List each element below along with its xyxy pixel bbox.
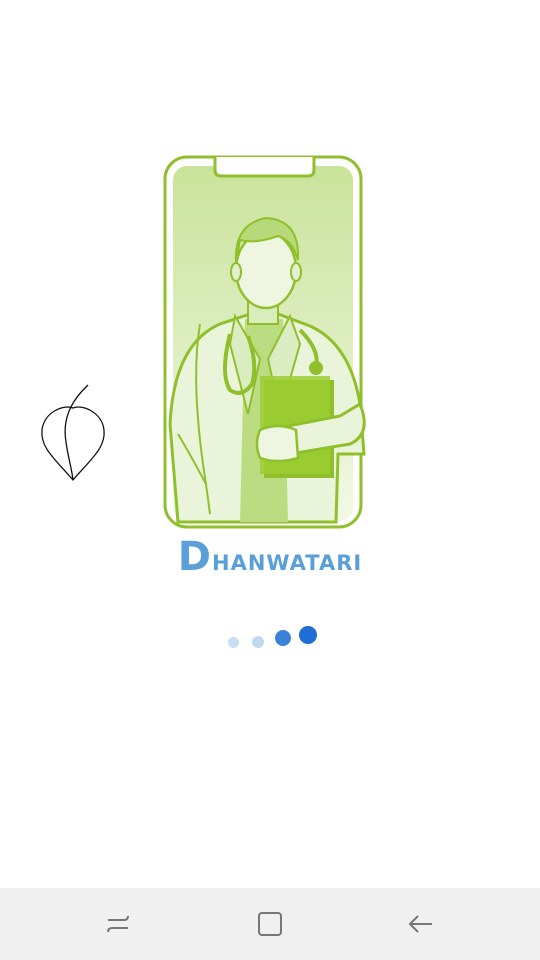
home-button[interactable]: [250, 906, 290, 942]
loading-indicator: [222, 622, 322, 652]
app-title-initial: D: [177, 534, 212, 580]
app-title-rest: hanwatari: [212, 543, 363, 578]
recent-apps-icon: [107, 915, 129, 933]
loading-dot-3: [275, 630, 291, 646]
app-title: Dhanwatari: [0, 534, 540, 580]
splash-screen: Dhanwatari: [0, 0, 540, 888]
leaf-logo-icon: [41, 384, 105, 482]
doctor-in-phone-illustration: [163, 155, 366, 529]
back-button[interactable]: [400, 906, 440, 942]
loading-dot-4: [299, 626, 317, 644]
home-square-icon: [258, 912, 282, 936]
recent-apps-button[interactable]: [98, 906, 138, 942]
system-navigation-bar: [0, 888, 540, 960]
back-arrow-icon: [408, 915, 432, 933]
loading-dot-2: [252, 636, 264, 648]
loading-dot-1: [228, 637, 239, 648]
